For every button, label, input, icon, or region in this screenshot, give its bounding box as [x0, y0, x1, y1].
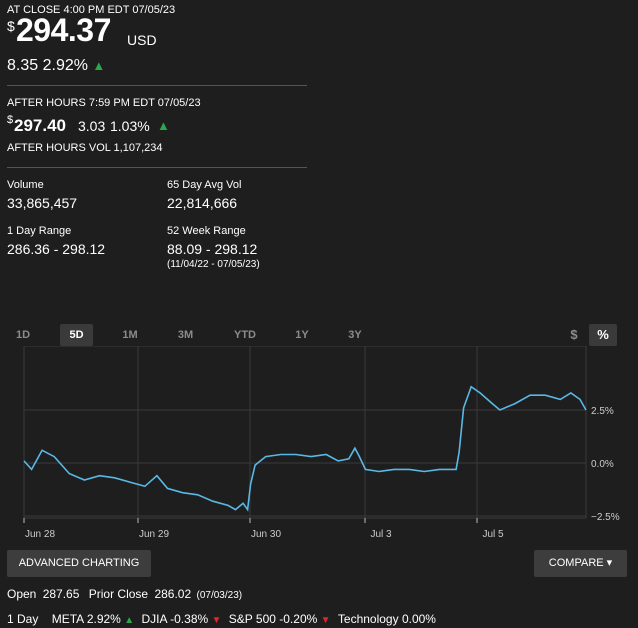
- after-hours-volume: AFTER HOURS VOL 1,107,234: [7, 142, 163, 154]
- compare-item-sp500[interactable]: S&P 500 -0.20% ▼: [229, 612, 334, 626]
- compare-item-technology[interactable]: Technology 0.00%: [338, 612, 436, 626]
- volume-value: 33,865,457: [7, 195, 78, 211]
- compare-button[interactable]: COMPARE ▾: [534, 550, 627, 577]
- tab-3y[interactable]: 3Y: [340, 324, 370, 346]
- week52-value: 88.09 - 298.12: [167, 241, 258, 257]
- x-tick-label: Jun 29: [139, 529, 169, 540]
- after-hours-label: AFTER HOURS 7:59 PM EDT 07/05/23: [7, 97, 201, 109]
- compare-bar: 1 Day META 2.92% ▲ DJIA -0.38% ▼ S&P 500…: [7, 612, 436, 626]
- compare-value: -0.20%: [279, 612, 318, 626]
- compare-bar-label: 1 Day: [7, 612, 39, 626]
- compare-value: -0.38%: [170, 612, 209, 626]
- x-tick-label: Jun 28: [25, 529, 55, 540]
- up-arrow-icon: ▲: [124, 615, 135, 626]
- close-price: 294.37: [16, 12, 111, 48]
- y-tick-label: 0.0%: [591, 459, 614, 470]
- day-range-label: 1 Day Range: [7, 225, 72, 237]
- compare-name: META: [51, 612, 84, 626]
- x-tick-label: Jun 30: [251, 529, 281, 540]
- tab-3m[interactable]: 3M: [168, 324, 203, 346]
- advanced-charting-button[interactable]: ADVANCED CHARTING: [7, 550, 151, 577]
- open-label: Open: [7, 587, 37, 601]
- avg-vol-value: 22,814,666: [167, 195, 238, 211]
- after-hours-price-row: $ 297.40 3.03 1.03% ▲: [7, 114, 207, 136]
- tab-1y[interactable]: 1Y: [287, 324, 317, 346]
- currency-symbol: $: [7, 18, 15, 34]
- prior-close-label: Prior Close: [88, 587, 149, 601]
- week52-label: 52 Week Range: [167, 225, 246, 237]
- week52-dates: (11/04/22 - 07/05/23): [167, 259, 260, 270]
- compare-name: Technology: [337, 612, 399, 626]
- down-arrow-icon: ▼: [211, 615, 222, 626]
- down-arrow-icon: ▼: [320, 615, 331, 626]
- divider: [7, 85, 307, 86]
- price-chart[interactable]: Jun 28 Jun 29 Jun 30 Jul 3 Jul 5 2.5% 0.0% −2.…: [0, 346, 638, 542]
- compare-name: DJIA: [141, 612, 167, 626]
- prior-close-value: 286.02: [154, 587, 192, 601]
- divider: [7, 167, 307, 168]
- x-tick-label: Jul 3: [370, 529, 392, 540]
- percent-toggle[interactable]: %: [589, 324, 617, 346]
- after-hours-change-pct: 1.03%: [110, 118, 150, 134]
- close-change: 8.35: [7, 57, 39, 74]
- compare-value: 2.92%: [86, 612, 121, 626]
- compare-name: S&P 500: [228, 612, 276, 626]
- tab-ytd[interactable]: YTD: [226, 324, 264, 346]
- after-hours-change: 3.03: [78, 118, 106, 134]
- y-tick-label: −2.5%: [591, 512, 620, 523]
- close-change-pct: 2.92%: [42, 57, 88, 74]
- prior-close-date: (07/03/23): [196, 590, 243, 601]
- compare-item-meta[interactable]: META 2.92% ▲: [52, 612, 138, 626]
- tab-1m[interactable]: 1M: [114, 324, 146, 346]
- avg-vol-label: 65 Day Avg Vol: [167, 179, 242, 191]
- dollar-toggle[interactable]: $: [563, 324, 585, 346]
- open-prior-row: Open 287.65 Prior Close 286.02 (07/03/23…: [7, 587, 242, 601]
- x-tick-label: Jul 5: [482, 529, 504, 540]
- tab-1d[interactable]: 1D: [8, 324, 38, 346]
- tab-5d[interactable]: 5D: [60, 324, 93, 346]
- after-hours-price: 297.40: [14, 116, 66, 135]
- volume-label: Volume: [7, 179, 44, 191]
- compare-item-djia[interactable]: DJIA -0.38% ▼: [141, 612, 224, 626]
- y-tick-label: 2.5%: [591, 406, 614, 417]
- compare-value: 0.00%: [401, 612, 436, 626]
- chart-background: [0, 346, 638, 542]
- close-currency: USD: [127, 32, 157, 48]
- day-range-value: 286.36 - 298.12: [7, 241, 106, 257]
- open-value: 287.65: [42, 587, 80, 601]
- ah-currency-symbol: $: [7, 114, 14, 126]
- up-arrow-icon: ▲: [92, 58, 106, 73]
- close-change-row: 8.35 2.92% ▲: [7, 57, 105, 75]
- ah-up-arrow-icon: ▲: [157, 118, 170, 133]
